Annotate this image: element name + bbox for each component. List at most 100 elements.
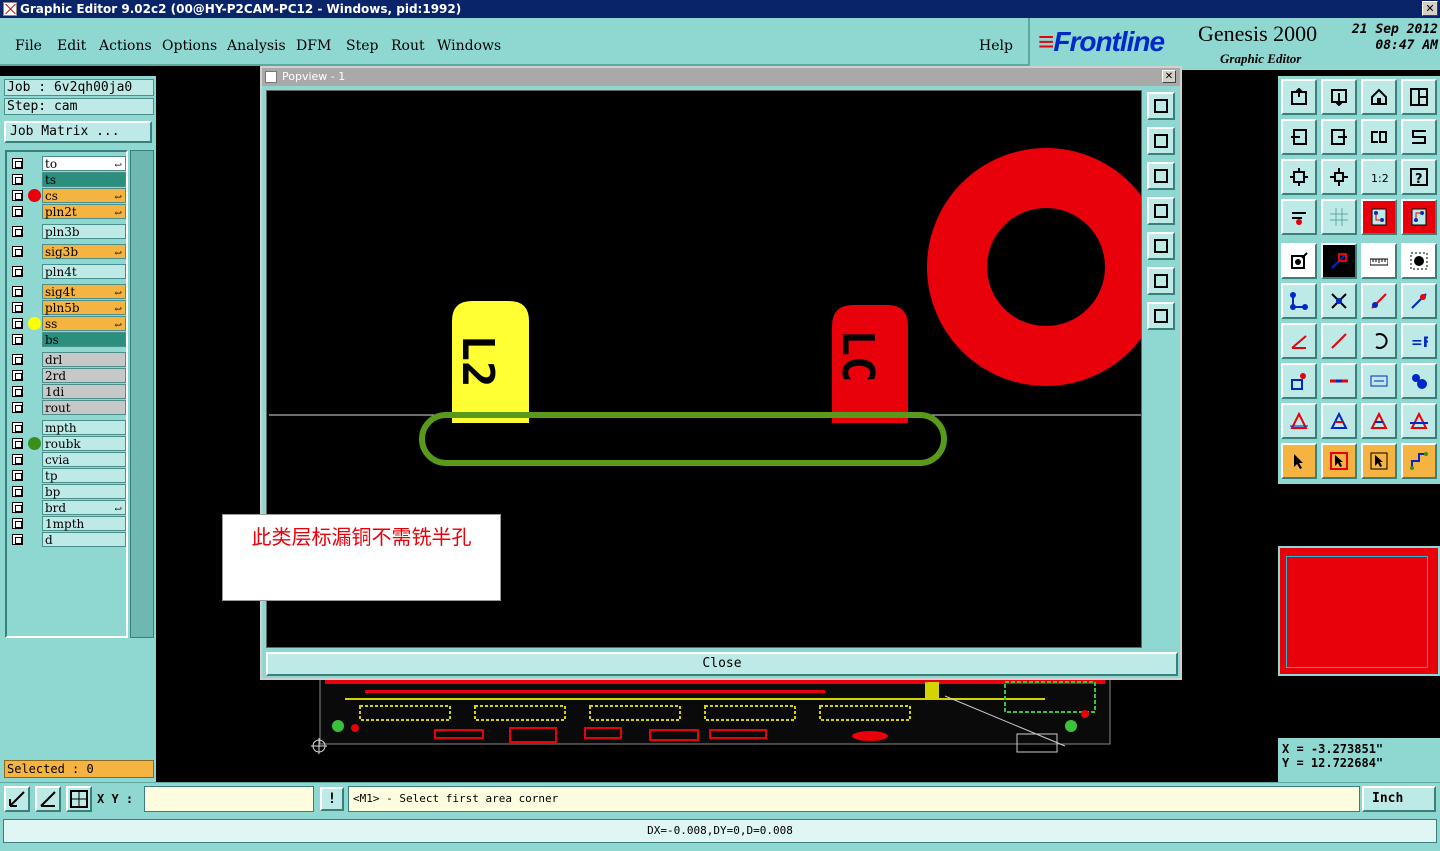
layer-row[interactable]: 1di (9, 384, 127, 399)
redraw-tool[interactable] (1401, 119, 1437, 155)
layer-checkbox[interactable] (12, 206, 23, 217)
layer-row[interactable]: d (9, 532, 127, 547)
menu-edit[interactable]: Edit (57, 38, 86, 54)
snap-tool[interactable] (1361, 199, 1397, 235)
popview-pan-right-button[interactable] (1147, 232, 1175, 260)
layer-row[interactable]: rout (9, 400, 127, 415)
xy-input[interactable] (144, 786, 314, 812)
layer-name[interactable]: 1di (42, 384, 126, 399)
layer-name[interactable]: roubk (42, 436, 126, 451)
slope-tool[interactable] (1321, 323, 1357, 359)
connect-tool[interactable] (1281, 283, 1317, 319)
layer-name[interactable]: tp (42, 468, 126, 483)
layer-row[interactable]: 2rd (9, 368, 127, 383)
layer-list-scrollbar[interactable] (130, 150, 154, 638)
route-select-tool[interactable] (1401, 443, 1437, 479)
layer-name[interactable]: sig4t ↩ (42, 284, 126, 299)
layer-name[interactable]: d (42, 532, 126, 547)
units-selector[interactable]: Inch (1362, 786, 1436, 812)
layer-name[interactable]: ts (42, 172, 126, 187)
minimap[interactable] (1278, 546, 1440, 676)
trace-tool[interactable] (1321, 363, 1357, 399)
menu-file[interactable]: File (15, 38, 42, 54)
popview-close-button[interactable]: Close (266, 652, 1178, 676)
menu-help[interactable]: Help (979, 38, 1013, 54)
pan-left-tool[interactable] (1281, 119, 1317, 155)
layer-row[interactable]: tp (9, 468, 127, 483)
dimension-tool[interactable] (1361, 363, 1397, 399)
home-view-tool[interactable] (1361, 79, 1397, 115)
measure-tool[interactable] (1321, 243, 1357, 279)
layer-row[interactable]: ts (9, 172, 127, 187)
menu-windows[interactable]: Windows (437, 38, 501, 54)
zoom-fit-tool[interactable] (1281, 159, 1317, 195)
layer-row[interactable]: sig3b ↩ (9, 244, 127, 259)
group-tool[interactable] (1401, 363, 1437, 399)
layer-name[interactable]: bp (42, 484, 126, 499)
layer-row[interactable]: cvia (9, 452, 127, 467)
zoom-down-tool[interactable] (1321, 79, 1357, 115)
menu-actions[interactable]: Actions (99, 38, 152, 54)
triangle-tool[interactable] (1281, 403, 1317, 439)
snap-angle-button[interactable] (35, 786, 61, 812)
layer-name[interactable]: rout (42, 400, 126, 415)
layer-row[interactable]: sig4t ↩ (9, 284, 127, 299)
layer-checkbox[interactable] (12, 286, 23, 297)
popview-pan-left-button[interactable] (1147, 197, 1175, 225)
layer-row[interactable]: pln5b ↩ (9, 300, 127, 315)
split-view-tool[interactable] (1401, 79, 1437, 115)
select-pointer-tool[interactable] (1281, 443, 1317, 479)
job-matrix-button[interactable]: Job Matrix ... (4, 121, 152, 143)
layer-row[interactable]: pln2t ↩ (9, 204, 127, 219)
cross-tool[interactable] (1321, 283, 1357, 319)
menu-options[interactable]: Options (162, 38, 217, 54)
help-tool[interactable]: ? (1401, 159, 1437, 195)
layer-checkbox[interactable] (12, 226, 23, 237)
polygon-tool[interactable] (1361, 403, 1397, 439)
layer-checkbox[interactable] (12, 502, 23, 513)
layer-name[interactable]: pln3b (42, 224, 126, 239)
popview-pan-down-button[interactable] (1147, 162, 1175, 190)
board-view[interactable] (305, 676, 1120, 766)
popview-zoom-in-button[interactable] (1147, 267, 1175, 295)
layer-row[interactable]: ss ↩ (9, 316, 127, 331)
line-point-tool[interactable] (1361, 283, 1397, 319)
layer-name[interactable]: pln2t ↩ (42, 204, 126, 219)
popview-pan-up-button[interactable] (1147, 127, 1175, 155)
layer-name[interactable]: ss ↩ (42, 316, 126, 331)
snap-grid-button[interactable] (4, 786, 30, 812)
layer-checkbox[interactable] (12, 246, 23, 257)
layer-name[interactable]: drl (42, 352, 126, 367)
menu-dfm[interactable]: DFM (296, 38, 331, 54)
menu-step[interactable]: Step (346, 38, 378, 54)
zoom-center-tool[interactable] (1321, 159, 1357, 195)
layer-row[interactable]: bs (9, 332, 127, 347)
pad-tool[interactable] (1281, 363, 1317, 399)
layer-name[interactable]: cs ↩ (42, 188, 126, 203)
layer-name[interactable]: brd ↩ (42, 500, 126, 515)
zoom-scale-tool[interactable]: 1:2 (1361, 159, 1397, 195)
layer-checkbox[interactable] (12, 386, 23, 397)
layer-checkbox[interactable] (12, 438, 23, 449)
layer-row[interactable]: mpth (9, 420, 127, 435)
select-pad-tool[interactable] (1281, 243, 1317, 279)
layer-checkbox[interactable] (12, 266, 23, 277)
layer-checkbox[interactable] (12, 518, 23, 529)
layer-row[interactable]: pln4t (9, 264, 127, 279)
layer-name[interactable]: 1mpth (42, 516, 126, 531)
layer-checkbox[interactable] (12, 454, 23, 465)
layer-checkbox[interactable] (12, 470, 23, 481)
drill-tool[interactable] (1401, 243, 1437, 279)
layer-checkbox[interactable] (12, 402, 23, 413)
popview-close-icon[interactable]: ✕ (1162, 70, 1176, 83)
select-box-tool[interactable] (1321, 443, 1357, 479)
layer-row[interactable]: cs ↩ (9, 188, 127, 203)
menu-rout[interactable]: Rout (391, 38, 425, 54)
layer-checkbox[interactable] (12, 334, 23, 345)
arc-tool[interactable] (1361, 323, 1397, 359)
layer-checkbox[interactable] (12, 174, 23, 185)
layer-name[interactable]: sig3b ↩ (42, 244, 126, 259)
snap-alt-tool[interactable] (1401, 199, 1437, 235)
undo-zoom-tool[interactable] (1361, 119, 1397, 155)
layer-row[interactable]: bp (9, 484, 127, 499)
